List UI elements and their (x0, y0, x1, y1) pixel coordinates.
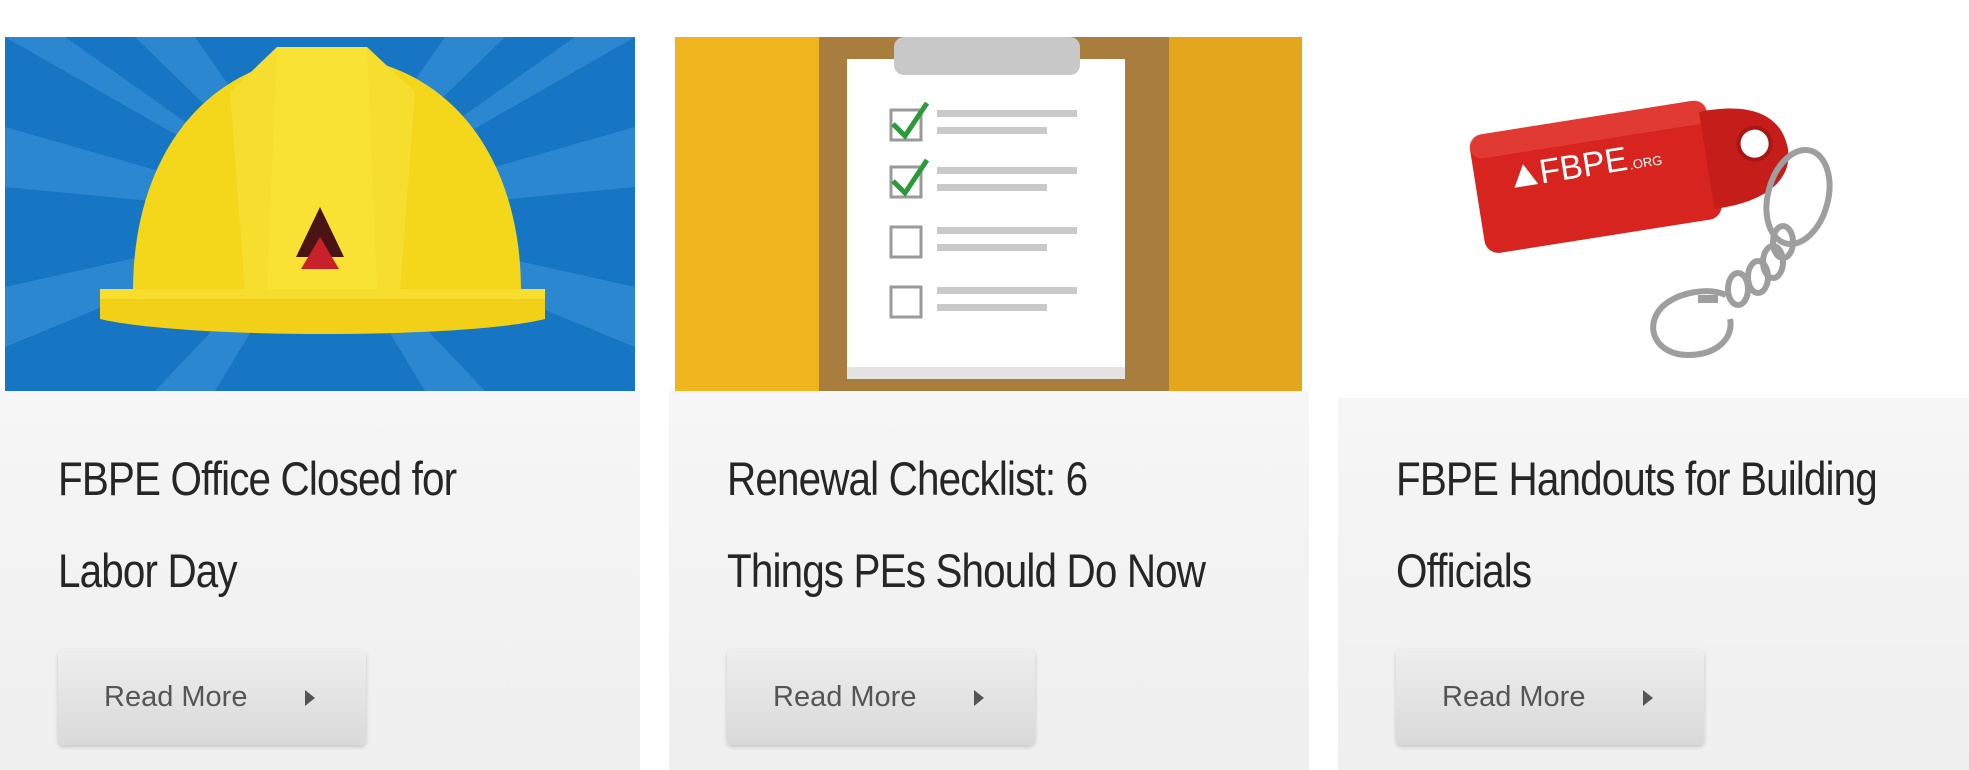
clipboard-checklist-illustration (675, 37, 1302, 391)
usb-keychain-image[interactable]: FBPE .ORG (1338, 37, 1969, 391)
card-body: FBPE Office Closed for Labor Day Read Mo… (0, 391, 640, 770)
card-body: FBPE Handouts for Building Officials Rea… (1338, 398, 1969, 770)
read-more-label: Read More (773, 681, 917, 713)
card-title[interactable]: FBPE Office Closed for Labor Day (58, 433, 505, 617)
news-card: FBPE .ORG FBPE Handouts for Building Off… (1338, 0, 1969, 770)
card-title[interactable]: FBPE Handouts for Building Officials (1396, 433, 1878, 617)
read-more-button[interactable]: Read More (727, 649, 1035, 745)
hard-hat-image[interactable] (5, 37, 635, 391)
read-more-label: Read More (1442, 681, 1586, 713)
news-card: Renewal Checklist: 6 Things PEs Should D… (669, 0, 1309, 770)
caret-right-icon (974, 690, 984, 706)
news-card: FBPE Office Closed for Labor Day Read Mo… (0, 0, 640, 770)
usb-keychain-photo: FBPE .ORG (1338, 37, 1969, 391)
news-cards: FBPE Office Closed for Labor Day Read Mo… (0, 0, 1969, 770)
card-body: Renewal Checklist: 6 Things PEs Should D… (669, 391, 1309, 770)
card-title[interactable]: Renewal Checklist: 6 Things PEs Should D… (727, 433, 1209, 617)
read-more-button[interactable]: Read More (58, 649, 366, 745)
caret-right-icon (305, 690, 315, 706)
read-more-label: Read More (104, 681, 248, 713)
read-more-button[interactable]: Read More (1396, 649, 1704, 745)
hard-hat-illustration (5, 37, 635, 391)
caret-right-icon (1643, 690, 1653, 706)
clipboard-image[interactable] (675, 37, 1302, 391)
